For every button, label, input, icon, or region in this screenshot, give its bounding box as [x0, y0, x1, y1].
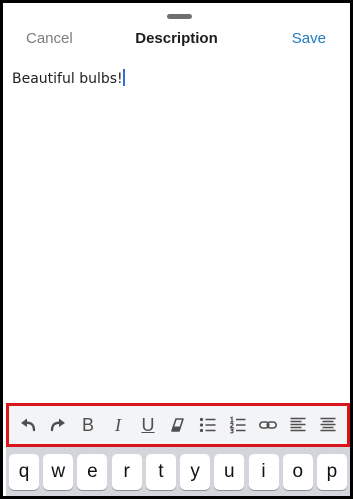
formatting-toolbar: B I U: [6, 403, 350, 447]
bold-icon: B: [81, 415, 94, 435]
sheet-grabber-handle[interactable]: [167, 14, 192, 19]
key-t[interactable]: t: [145, 454, 176, 490]
key-w[interactable]: w: [43, 454, 74, 490]
bullet-list-button[interactable]: [193, 409, 223, 441]
key-q[interactable]: q: [9, 454, 39, 490]
key-y[interactable]: y: [180, 454, 211, 490]
key-u[interactable]: u: [214, 454, 245, 490]
save-button[interactable]: Save: [292, 30, 326, 47]
link-icon: [258, 421, 277, 429]
keyboard-row-1: q w e r t y u i o p: [9, 454, 347, 490]
underline-icon: U: [141, 415, 155, 435]
numbered-list-button[interactable]: [223, 409, 253, 441]
text-caret: [122, 69, 125, 86]
italic-icon: I: [115, 415, 121, 435]
key-r[interactable]: r: [111, 454, 142, 490]
redo-button[interactable]: [43, 409, 73, 441]
italic-button[interactable]: I: [103, 409, 133, 441]
key-o[interactable]: o: [282, 454, 313, 490]
undo-icon: [21, 418, 36, 432]
underline-button[interactable]: U: [133, 409, 163, 441]
on-screen-keyboard: q w e r t y u i o p: [6, 447, 350, 496]
description-sheet: Cancel Description Save Beautiful bulbs!…: [0, 0, 353, 499]
eraser-icon: [171, 418, 184, 432]
key-p[interactable]: p: [316, 454, 347, 490]
sheet-header: Cancel Description Save: [3, 25, 350, 55]
align-left-button[interactable]: [283, 409, 313, 441]
editor-text: Beautiful bulbs!: [12, 71, 123, 87]
description-editor[interactable]: Beautiful bulbs!: [12, 67, 342, 393]
link-button[interactable]: [253, 409, 283, 441]
key-e[interactable]: e: [77, 454, 108, 490]
clear-formatting-button[interactable]: [163, 409, 193, 441]
key-i[interactable]: i: [248, 454, 279, 490]
undo-button[interactable]: [13, 409, 43, 441]
bullet-list-icon: [199, 417, 216, 433]
bold-button[interactable]: B: [73, 409, 103, 441]
redo-icon: [50, 418, 65, 432]
align-justify-button[interactable]: [313, 409, 343, 441]
align-justify-icon: [320, 417, 336, 432]
numbered-list-icon: [229, 416, 246, 434]
align-left-icon: [290, 417, 306, 432]
